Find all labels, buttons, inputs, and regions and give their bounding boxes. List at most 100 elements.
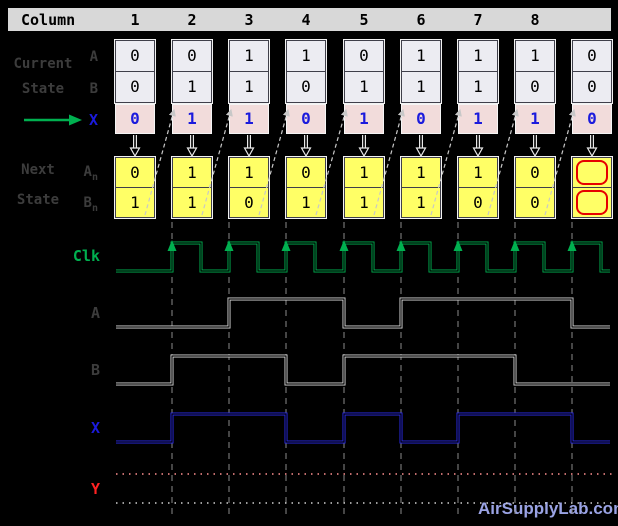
- cell-next-b-col3: 0: [229, 187, 269, 218]
- x-to-next-arrowhead: [472, 147, 484, 158]
- cell-input-x-col6: 0: [401, 104, 441, 134]
- x-to-next-arrowhead: [358, 147, 370, 158]
- x-to-next-arrowhead: [586, 147, 598, 158]
- next-state-stack-col8: 0 0: [514, 156, 556, 219]
- waveform-b: [116, 354, 610, 386]
- row-label-b: B: [89, 81, 98, 97]
- cell-current-b-col8: 0: [515, 71, 555, 103]
- current-state-stack-col1: 0 0: [114, 39, 156, 104]
- next-state-stack-col5: 1 1: [343, 156, 385, 219]
- cell-next-a-col9: [572, 157, 612, 188]
- current-state-stack-col8: 1 0: [514, 39, 556, 104]
- cell-next-b-col8: 0: [515, 187, 555, 218]
- clock-rising-edge-arrowhead: [396, 240, 406, 251]
- waveform-x: [116, 412, 610, 444]
- cell-next-b-col6: 1: [401, 187, 441, 218]
- clock-rising-edge-arrowhead: [510, 240, 520, 251]
- row-label-a: A: [89, 49, 98, 65]
- waveform-a: [116, 297, 610, 329]
- current-state-stack-col4: 1 0: [285, 39, 327, 104]
- cell-current-b-col5: 1: [344, 71, 384, 103]
- column-header-label: Column: [21, 11, 76, 29]
- cell-next-a-col1: 0: [115, 157, 155, 188]
- cell-next-b-col9: [572, 187, 612, 218]
- cell-current-a-col9: 0: [572, 40, 612, 72]
- column-header-bar: Column 1 2 3 4 5 6 7 8: [8, 8, 611, 31]
- clock-rising-edge-arrowhead: [224, 240, 234, 251]
- column-number-1: 1: [130, 11, 140, 29]
- waveform-label-a: A: [90, 304, 100, 322]
- next-state-label-line1: Next: [21, 162, 55, 178]
- row-label-bn: Bn: [83, 195, 98, 214]
- next-state-stack-col6: 1 1: [400, 156, 442, 219]
- cell-next-a-col8: 0: [515, 157, 555, 188]
- waveform-label-clk: Clk: [72, 247, 100, 265]
- waveform-label-x: X: [90, 419, 100, 437]
- cell-current-a-col5: 0: [344, 40, 384, 72]
- cell-input-x-col9: 0: [572, 104, 612, 134]
- cell-next-a-col5: 1: [344, 157, 384, 188]
- waveform-clk: [116, 241, 610, 273]
- cell-current-a-col6: 1: [401, 40, 441, 72]
- cell-input-x-col1: 0: [115, 104, 155, 134]
- cell-next-a-col7: 1: [458, 157, 498, 188]
- waveform-x-core: [116, 413, 610, 443]
- cell-next-b-col7: 0: [458, 187, 498, 218]
- cell-current-b-col9: 0: [572, 71, 612, 103]
- clock-rising-edge-arrowhead: [281, 240, 291, 251]
- column-number-6: 6: [416, 11, 426, 29]
- cell-current-b-col6: 1: [401, 71, 441, 103]
- current-state-stack-col3: 1 1: [228, 39, 270, 104]
- waveform-label-b: B: [90, 361, 100, 379]
- cell-current-b-col3: 1: [229, 71, 269, 103]
- cell-next-b-col4: 1: [286, 187, 326, 218]
- x-to-next-arrowhead: [186, 147, 198, 158]
- answer-box-next-b[interactable]: [576, 190, 608, 215]
- cell-next-b-col2: 1: [172, 187, 212, 218]
- cell-next-b-col1: 1: [115, 187, 155, 218]
- next-state-stack-col7: 1 0: [457, 156, 499, 219]
- column-number-8: 8: [530, 11, 540, 29]
- cell-current-a-col4: 1: [286, 40, 326, 72]
- x-to-next-arrowhead: [529, 147, 541, 158]
- current-state-label-line2: State: [21, 81, 65, 97]
- clock-rising-edge-arrowhead: [567, 240, 577, 251]
- x-to-next-arrowhead: [300, 147, 312, 158]
- next-state-stack-col2: 1 1: [171, 156, 213, 219]
- row-label-an-sub: n: [91, 171, 98, 183]
- current-state-stack-col7: 1 1: [457, 39, 499, 104]
- x-to-next-arrowhead: [243, 147, 255, 158]
- clock-rising-edge-arrowhead: [167, 240, 177, 251]
- cell-current-b-col7: 1: [458, 71, 498, 103]
- x-to-next-arrowhead: [415, 147, 427, 158]
- cell-input-x-col3: 1: [229, 104, 269, 134]
- cell-current-a-col1: 0: [115, 40, 155, 72]
- cell-input-x-col8: 1: [515, 104, 555, 134]
- cell-next-b-col5: 1: [344, 187, 384, 218]
- clock-rising-edge-arrowhead: [453, 240, 463, 251]
- current-state-stack-col5: 0 1: [343, 39, 385, 104]
- cell-current-b-col2: 1: [172, 71, 212, 103]
- cell-next-a-col4: 0: [286, 157, 326, 188]
- next-state-stack-col9: [571, 156, 613, 219]
- next-state-stack-col1: 0 1: [114, 156, 156, 219]
- cell-current-b-col1: 0: [115, 71, 155, 103]
- timing-diagram-worksheet: Column 1 2 3 4 5 6 7 8 Current State A B…: [0, 0, 618, 526]
- watermark: AirSupplyLab.com: [478, 499, 618, 518]
- current-state-label-line1: Current: [13, 56, 73, 72]
- waveform-a-core: [116, 298, 610, 328]
- answer-box-next-a[interactable]: [576, 160, 608, 185]
- current-state-stack-col6: 1 1: [400, 39, 442, 104]
- next-state-stack-col4: 0 1: [285, 156, 327, 219]
- waveform-label-y: Y: [90, 480, 100, 498]
- column-number-7: 7: [473, 11, 483, 29]
- next-state-label-line2: State: [16, 192, 60, 208]
- cell-input-x-col2: 1: [172, 104, 212, 134]
- row-label-x: X: [88, 111, 98, 129]
- column-number-3: 3: [244, 11, 254, 29]
- current-state-stack-col9: 0 0: [571, 39, 613, 104]
- cell-input-x-col5: 1: [344, 104, 384, 134]
- cell-current-a-col2: 0: [172, 40, 212, 72]
- cell-current-a-col7: 1: [458, 40, 498, 72]
- row-label-an: An: [83, 164, 98, 183]
